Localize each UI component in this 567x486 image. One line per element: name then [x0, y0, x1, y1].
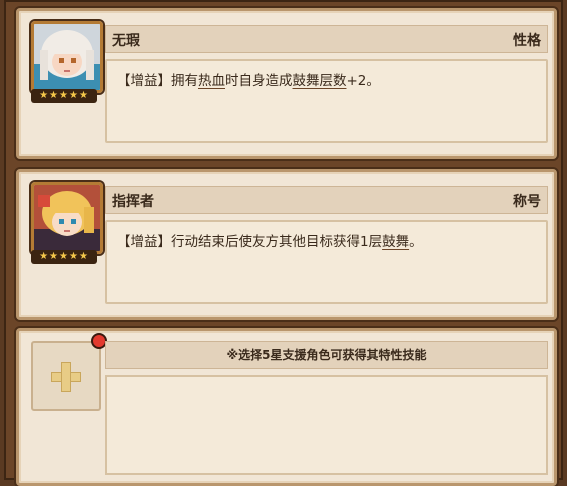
- trait-header-2: 指挥者 称号: [105, 186, 548, 214]
- keyword-link[interactable]: 热血: [198, 73, 225, 89]
- trait-name-2: 指挥者: [112, 194, 154, 210]
- trait-description-box-1: 【增益】拥有热血时自身造成鼓舞层数+2。: [105, 59, 548, 143]
- rarity-stars-2: ★★★★★: [31, 250, 97, 264]
- keyword-link[interactable]: 鼓舞: [382, 234, 409, 250]
- portrait-white-hair-icon: [34, 24, 100, 90]
- desc-text: 。: [409, 234, 423, 250]
- character-portrait-1[interactable]: [31, 21, 103, 93]
- trait-card-2[interactable]: ★★★★★ 指挥者 称号 【增益】行动结束后使友方其他目标获得1层鼓舞。: [16, 169, 557, 320]
- desc-text: 【增益】拥有: [117, 73, 198, 89]
- support-slot-card[interactable]: ※选择5星支援角色可获得其特性技能: [16, 328, 557, 486]
- trait-description-box-2: 【增益】行动结束后使友方其他目标获得1层鼓舞。: [105, 220, 548, 304]
- add-support-button[interactable]: [31, 341, 101, 411]
- trait-description-2: 【增益】行动结束后使友方其他目标获得1层鼓舞。: [117, 230, 423, 250]
- desc-text: 时自身造成: [225, 73, 293, 89]
- desc-text: 【增益】行动结束后使友方其他目标获得1层: [117, 234, 383, 250]
- trait-name-1: 无瑕: [112, 33, 140, 49]
- support-description-box: [105, 375, 548, 475]
- plus-icon-vertical: [61, 362, 71, 392]
- trait-panel: ★★★★★ 无瑕 性格 【增益】拥有热血时自身造成鼓舞层数+2。 ★★★★★ 指…: [4, 0, 563, 486]
- trait-description-1: 【增益】拥有热血时自身造成鼓舞层数+2。: [117, 69, 380, 89]
- trait-type-2: 称号: [513, 194, 541, 210]
- desc-text: +2。: [346, 73, 380, 89]
- support-hint: ※选择5星支援角色可获得其特性技能: [105, 341, 548, 369]
- rarity-stars-1: ★★★★★: [31, 89, 97, 103]
- trait-card-1[interactable]: ★★★★★ 无瑕 性格 【增益】拥有热血时自身造成鼓舞层数+2。: [16, 8, 557, 159]
- keyword-link[interactable]: 鼓舞层数: [293, 73, 347, 89]
- portrait-blonde-hair-icon: [34, 185, 100, 251]
- character-portrait-2[interactable]: [31, 182, 103, 254]
- trait-type-1: 性格: [513, 33, 541, 49]
- trait-header-1: 无瑕 性格: [105, 25, 548, 53]
